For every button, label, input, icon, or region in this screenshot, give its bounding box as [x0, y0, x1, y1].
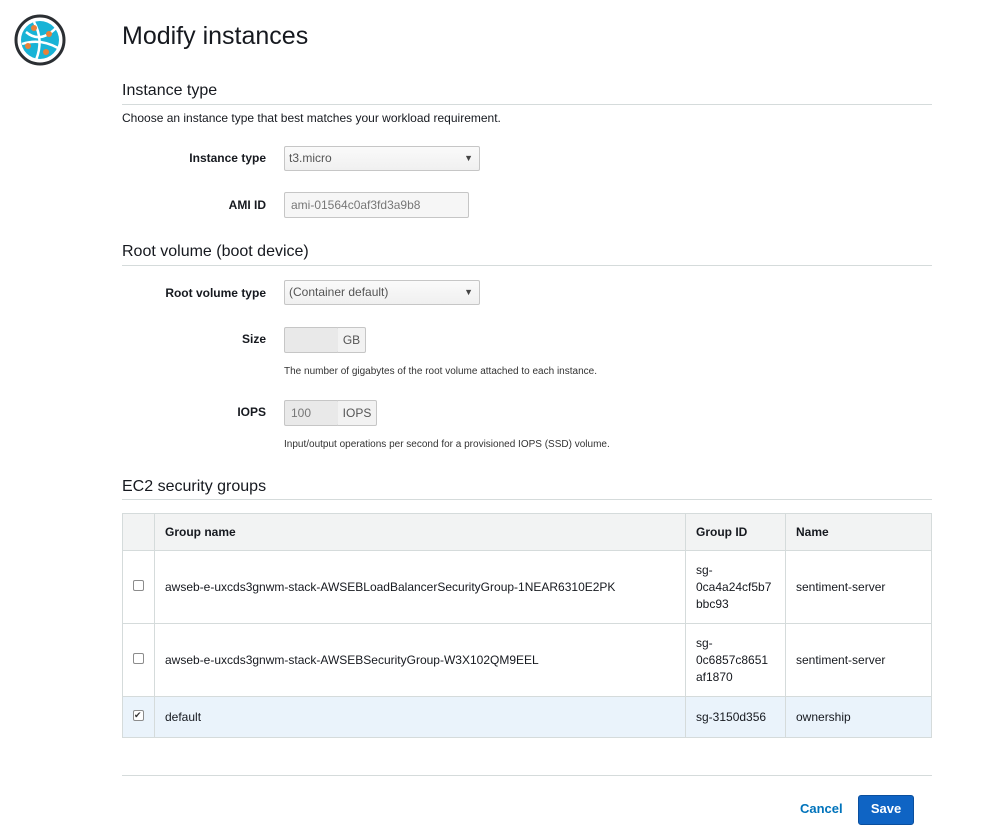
- security-groups-table: Group name Group ID Name awseb-e-uxcds3g…: [122, 513, 932, 738]
- group-id-line: sg-: [696, 562, 713, 577]
- instance-type-description: Choose an instance type that best matche…: [122, 111, 501, 125]
- root-volume-type-select[interactable]: (Container default) ▼: [284, 280, 480, 305]
- footer-divider: [122, 775, 932, 776]
- group-id-line: 0ca4a24cf5b7: [696, 579, 772, 594]
- iops-hint: Input/output operations per second for a…: [284, 439, 610, 450]
- iops-unit-addon: IOPS: [338, 400, 377, 426]
- instance-type-label: Instance type: [189, 151, 266, 165]
- root-volume-type-selected-value: (Container default): [289, 285, 389, 299]
- group-id-line: bbc93: [696, 596, 729, 611]
- table-row[interactable]: awseb-e-uxcds3gnwm-stack-AWSEBLoadBalanc…: [122, 550, 932, 624]
- column-header-group-name: Group name: [154, 513, 686, 551]
- group-id-cell: sg- 0c6857c8651 af1870: [685, 623, 786, 697]
- instance-type-selected-value: t3.micro: [289, 151, 332, 165]
- column-header-name: Name: [785, 513, 932, 551]
- name-cell: sentiment-server: [785, 550, 932, 624]
- column-header-group-id: Group ID: [685, 513, 786, 551]
- size-input[interactable]: [284, 327, 339, 353]
- table-row[interactable]: default sg-3150d356 ownership: [122, 696, 932, 738]
- chevron-down-icon: ▼: [464, 153, 473, 163]
- app-logo-icon: [14, 14, 66, 66]
- section-divider: [122, 499, 932, 500]
- size-label: Size: [241, 332, 266, 346]
- ami-id-label: AMI ID: [228, 198, 266, 212]
- save-button[interactable]: Save: [858, 795, 914, 825]
- group-id-cell: sg- 0ca4a24cf5b7 bbc93: [685, 550, 786, 624]
- group-name-cell: awseb-e-uxcds3gnwm-stack-AWSEBSecurityGr…: [154, 623, 686, 697]
- root-volume-section-title: Root volume (boot device): [122, 243, 309, 260]
- name-cell: ownership: [785, 696, 932, 738]
- group-id-cell: sg-3150d356: [685, 696, 786, 738]
- instance-type-section-title: Instance type: [122, 82, 218, 99]
- table-row[interactable]: awseb-e-uxcds3gnwm-stack-AWSEBSecurityGr…: [122, 623, 932, 697]
- page-title: Modify instances: [122, 22, 309, 50]
- table-header-row: Group name Group ID Name: [122, 513, 932, 551]
- size-hint: The number of gigabytes of the root volu…: [284, 366, 597, 377]
- security-groups-section-title: EC2 security groups: [122, 478, 267, 495]
- size-unit-addon: GB: [338, 327, 366, 353]
- group-id-line: sg-: [696, 635, 713, 650]
- row-checkbox-checked[interactable]: [133, 707, 144, 724]
- row-checkbox[interactable]: [133, 579, 144, 591]
- group-id-line: 0c6857c8651: [696, 652, 769, 667]
- iops-input[interactable]: 100: [284, 400, 339, 426]
- chevron-down-icon: ▼: [464, 287, 473, 297]
- group-name-cell: default: [154, 696, 686, 738]
- row-checkbox[interactable]: [133, 652, 144, 664]
- root-volume-type-label: Root volume type: [165, 286, 266, 300]
- name-cell: sentiment-server: [785, 623, 932, 697]
- group-id-line: sg-3150d356: [696, 709, 767, 724]
- select-column-header: [122, 513, 155, 551]
- group-name-cell: awseb-e-uxcds3gnwm-stack-AWSEBLoadBalanc…: [154, 550, 686, 624]
- iops-label: IOPS: [237, 405, 266, 419]
- section-divider: [122, 265, 932, 266]
- section-divider: [122, 104, 932, 105]
- group-id-line: af1870: [696, 669, 733, 684]
- instance-type-select[interactable]: t3.micro ▼: [284, 146, 480, 171]
- ami-id-input[interactable]: ami-01564c0af3fd3a9b8: [284, 192, 469, 218]
